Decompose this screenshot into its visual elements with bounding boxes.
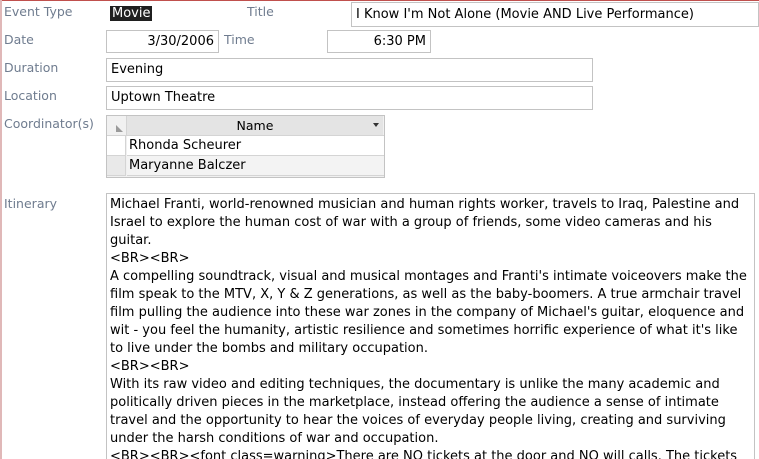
time-label: Time <box>224 32 255 47</box>
title-field[interactable]: I Know I'm Not Alone (Movie AND Live Per… <box>351 2 759 27</box>
form-top-border <box>0 0 759 1</box>
event-type-label: Event Type <box>4 4 73 19</box>
coordinator-name-cell[interactable]: Rhonda Scheurer <box>127 136 384 156</box>
date-label: Date <box>4 32 34 47</box>
name-column-label: Name <box>236 118 274 133</box>
duration-field[interactable]: Evening <box>106 58 593 82</box>
duration-label: Duration <box>4 60 59 75</box>
record-selector[interactable] <box>107 156 126 176</box>
location-field[interactable]: Uptown Theatre <box>106 86 593 110</box>
coordinator-name-cell[interactable]: Maryanne Balczer <box>127 156 384 176</box>
itinerary-field[interactable]: Michael Franti, world-renowned musician … <box>106 193 755 459</box>
form-left-border <box>0 0 2 459</box>
date-field[interactable]: 3/30/2006 <box>106 30 219 53</box>
coordinators-subform[interactable]: Name Rhonda Scheurer Maryanne Balczer <box>106 115 385 178</box>
event-type-value: Movie <box>110 6 153 21</box>
table-row[interactable]: Rhonda Scheurer <box>107 136 384 156</box>
coordinators-label: Coordinator(s) <box>4 116 94 131</box>
name-column-header[interactable]: Name <box>127 116 383 135</box>
table-row[interactable]: Maryanne Balczer <box>107 156 384 176</box>
itinerary-label: Itinerary <box>4 196 58 211</box>
time-field[interactable]: 6:30 PM <box>327 30 431 53</box>
title-label: Title <box>247 4 274 19</box>
event-type-field[interactable]: Movie <box>106 3 232 26</box>
coordinators-header-row: Name <box>107 116 384 136</box>
location-label: Location <box>4 88 57 103</box>
record-selector[interactable] <box>107 136 126 156</box>
select-all-corner[interactable] <box>107 116 127 135</box>
corner-triangle-icon <box>116 125 123 132</box>
dropdown-arrow-icon[interactable] <box>373 123 379 127</box>
